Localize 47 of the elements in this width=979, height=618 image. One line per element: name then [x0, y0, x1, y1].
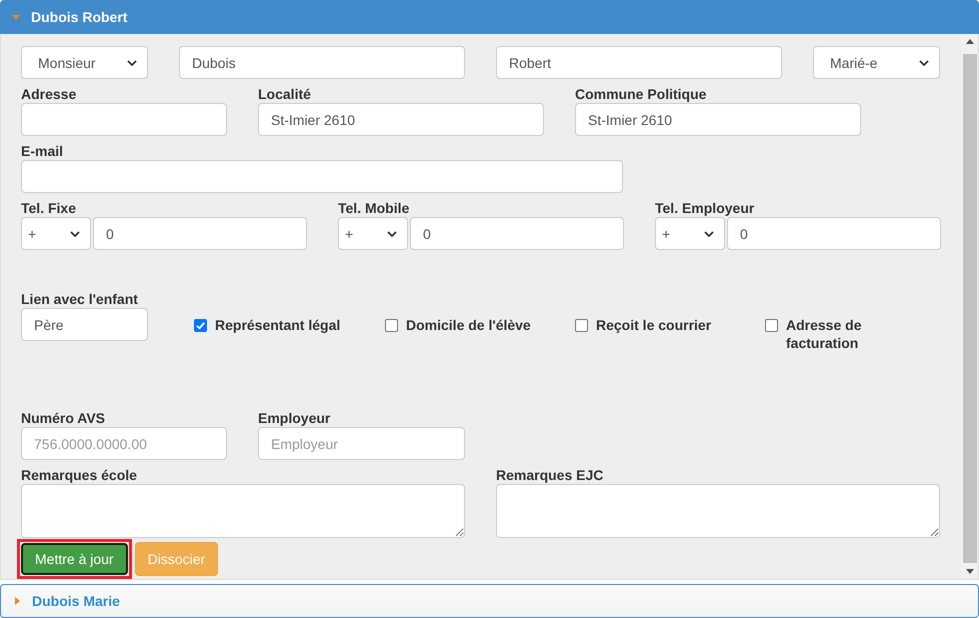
field-label: Tel. Mobile [338, 200, 410, 217]
checkbox-label[interactable]: Reçoit le courrier [596, 316, 712, 334]
scroll-down-icon[interactable] [966, 569, 974, 574]
field-label: Lien avec l'enfant [21, 291, 139, 308]
input-field[interactable]: Père [21, 308, 148, 341]
input-field[interactable] [21, 160, 623, 193]
field-label: Tel. Fixe [21, 200, 77, 217]
field-label: Remarques EJC [496, 467, 604, 484]
chevron-icon [70, 230, 80, 236]
field-label: Commune Politique [575, 86, 708, 103]
input-field[interactable]: St-Imier 2610 [575, 103, 861, 136]
field-label: Remarques école [21, 467, 138, 484]
checkbox[interactable] [385, 319, 398, 332]
checkbox[interactable] [194, 319, 207, 332]
checkbox[interactable] [575, 319, 588, 332]
chevron-icon [919, 60, 929, 66]
checkbox[interactable] [765, 319, 778, 332]
chevron-icon [387, 230, 397, 236]
field-label: E-mail [21, 143, 64, 160]
phone-input[interactable]: 0 [727, 217, 941, 250]
dropdown[interactable]: Marié-e [813, 46, 940, 79]
input-field[interactable]: Robert [496, 46, 782, 79]
prefix-dropdown[interactable]: + [338, 217, 408, 250]
caret-icon [12, 13, 20, 21]
dropdown[interactable]: Monsieur [21, 46, 148, 79]
accordion-header[interactable]: Dubois Robert [0, 0, 979, 34]
input-field[interactable]: 756.0000.0000.00 [21, 427, 227, 460]
caret-icon [13, 597, 21, 605]
field-label: Numéro AVS [21, 410, 106, 427]
field-label: Adresse [21, 86, 78, 103]
input-field[interactable]: St-Imier 2610 [258, 103, 544, 136]
input-field[interactable] [21, 103, 227, 136]
phone-input[interactable]: 0 [93, 217, 307, 250]
field-label: Localité [258, 86, 312, 103]
prefix-dropdown[interactable]: + [655, 217, 725, 250]
checkbox-label[interactable]: Domicile de l'élève [406, 316, 531, 334]
checkbox-label[interactable]: Représentant légal [215, 316, 340, 334]
field-label: Tel. Employeur [655, 200, 756, 217]
phone-input[interactable]: 0 [410, 217, 624, 250]
scroll-up-icon[interactable] [966, 39, 974, 44]
checkbox-label[interactable]: Adresse de facturation [786, 316, 877, 352]
prefix-dropdown[interactable]: + [21, 217, 91, 250]
chevron-icon [704, 230, 714, 236]
chevron-icon [127, 60, 137, 66]
input-field[interactable]: Employeur [258, 427, 465, 460]
input-field[interactable]: Dubois [179, 46, 465, 79]
field-label: Employeur [258, 410, 332, 427]
